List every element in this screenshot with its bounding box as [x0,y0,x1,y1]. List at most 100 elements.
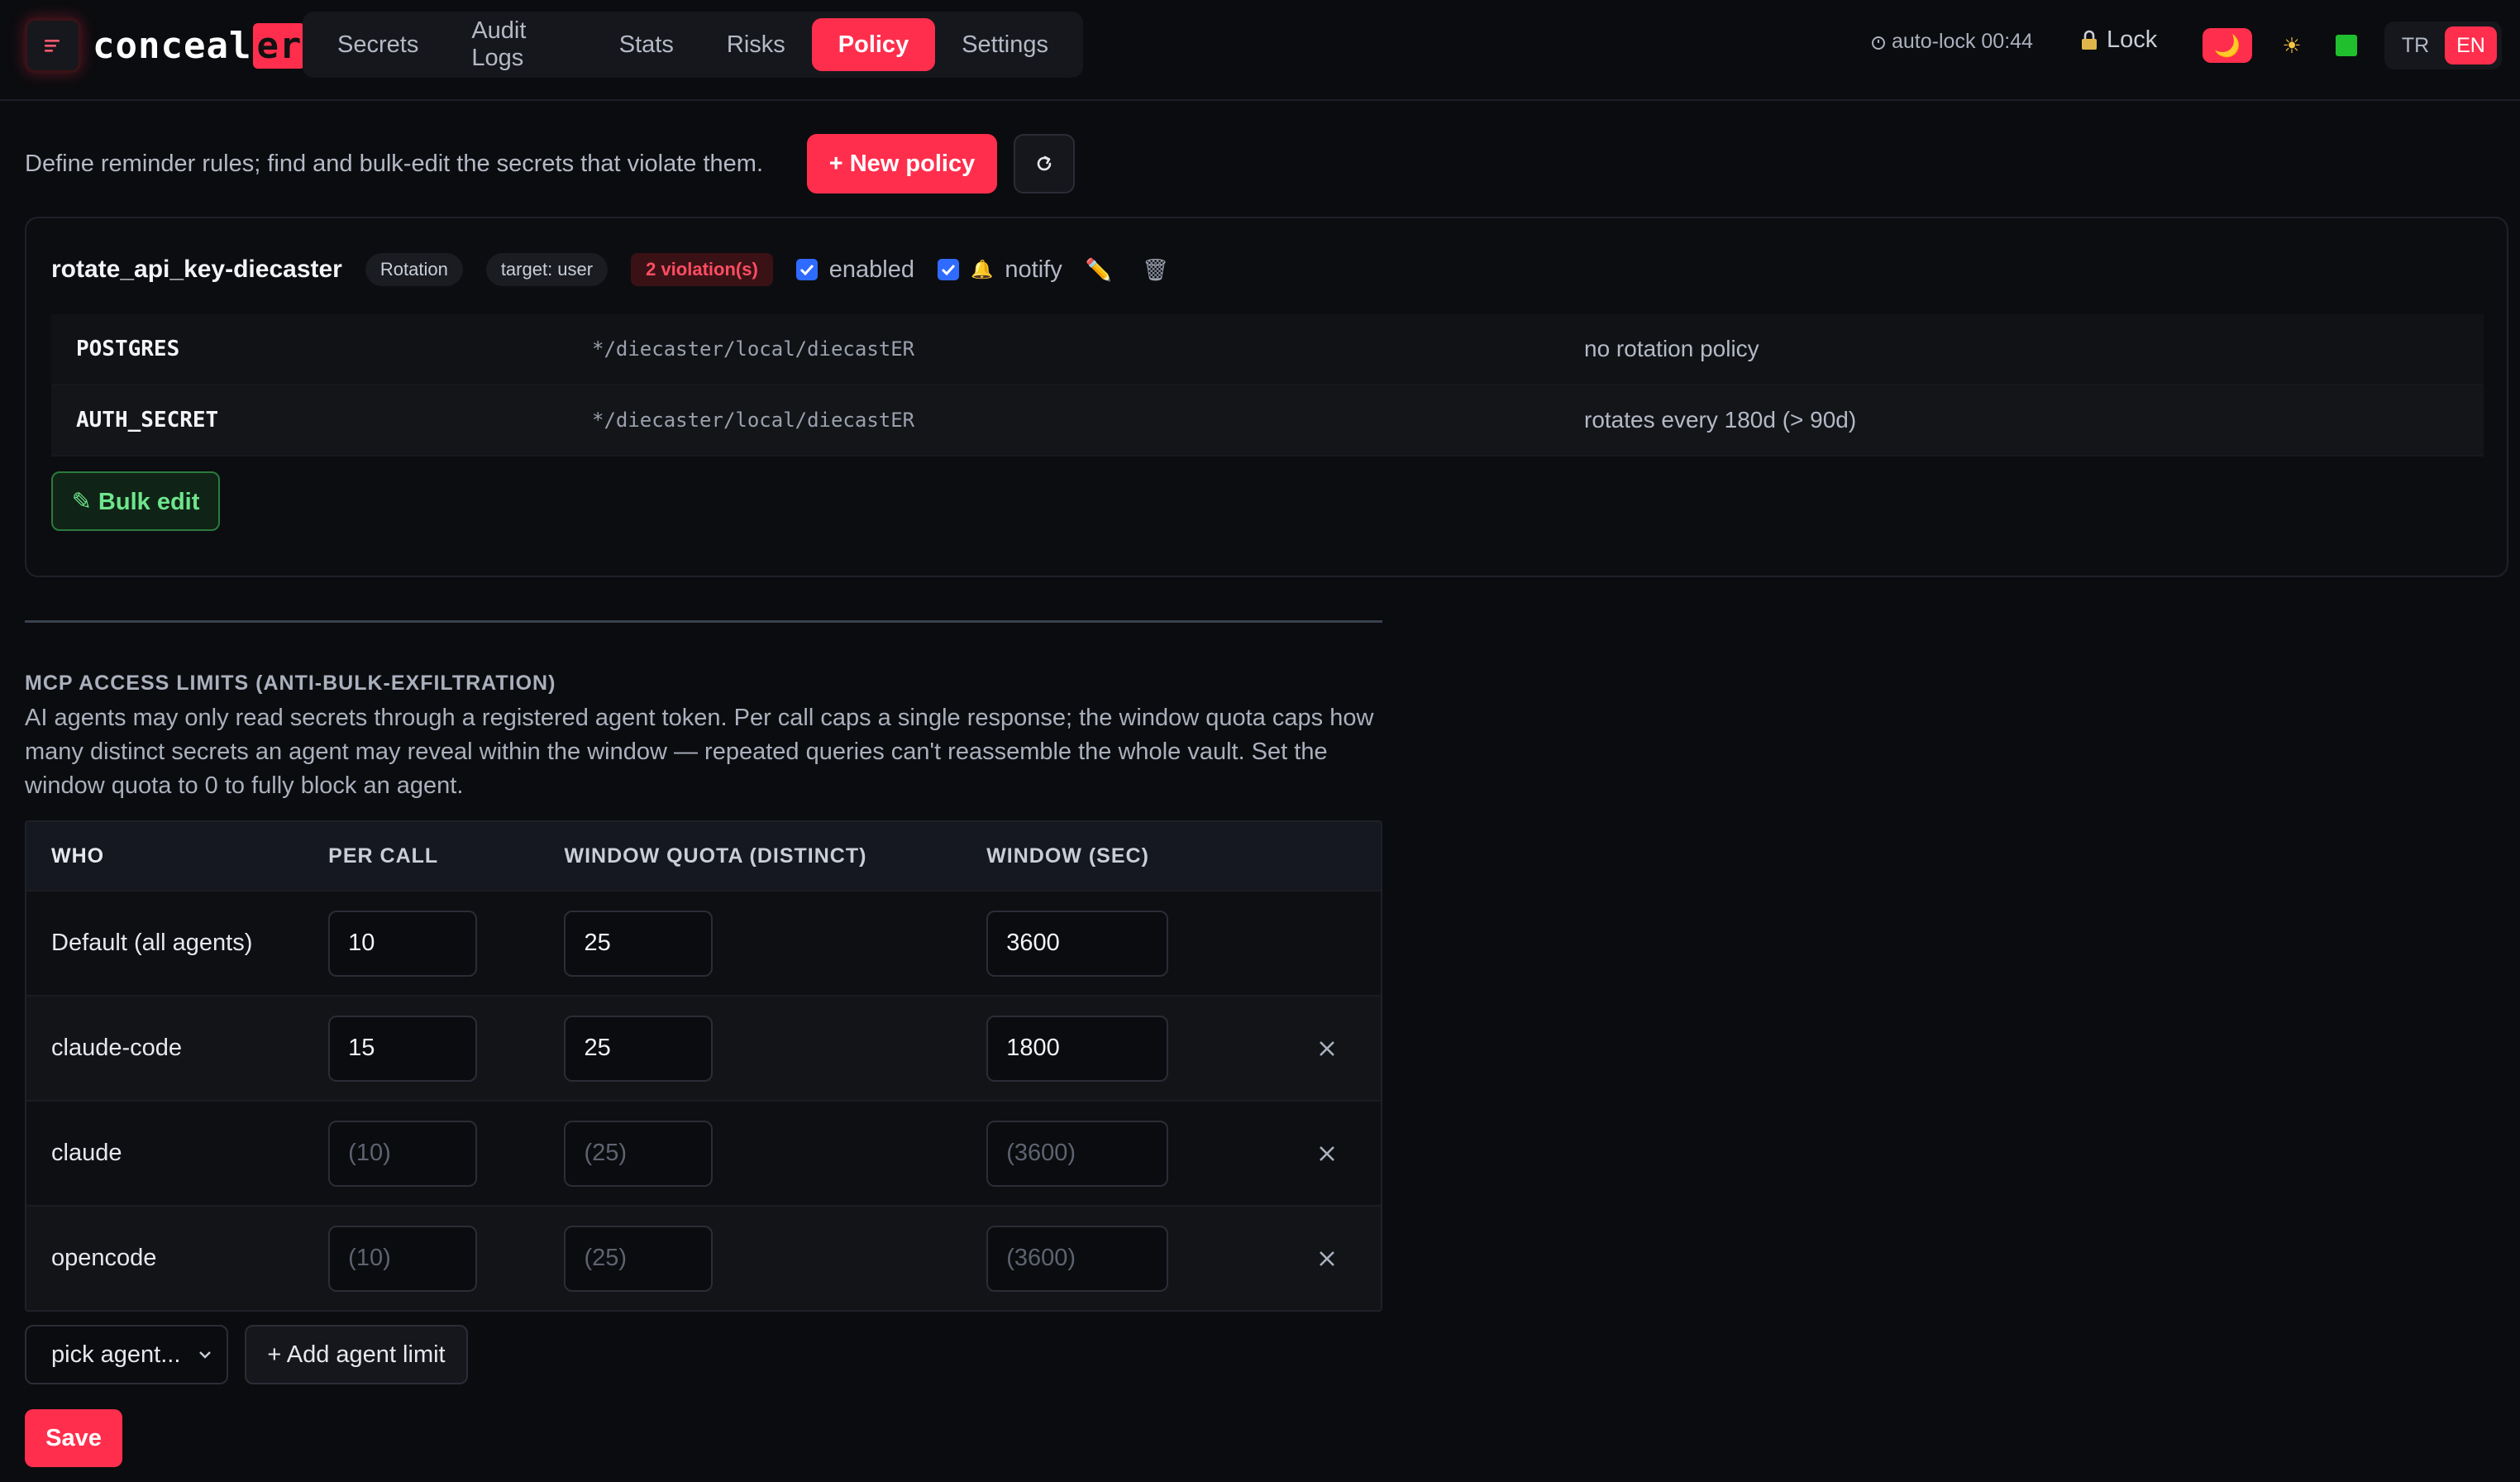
bulk-edit-button[interactable]: ✎ Bulk edit [51,471,220,531]
window-sec-input[interactable] [986,910,1169,977]
violation-reason: no rotation policy [1584,336,1759,361]
per-call-input[interactable] [328,1120,478,1187]
close-icon [1320,1145,1335,1161]
window-quota-input[interactable] [564,1015,714,1082]
table-row[interactable]: AUTH_SECRET */diecaster/local/diecastER … [51,385,2484,457]
window-quota-input[interactable] [564,910,714,977]
logo-text: conceal [93,24,252,67]
violations-table: POSTGRES */diecaster/local/diecastER no … [51,314,2484,457]
col-who: WHO [51,844,105,868]
per-call-input[interactable] [328,1015,478,1082]
trash-icon: 🗑 [1142,256,1170,282]
enabled-label: enabled [828,256,914,283]
add-agent-limit-button[interactable]: + Add agent limit [245,1325,468,1384]
close-icon [1320,1040,1335,1056]
policy-name: rotate_api_key-diecaster [51,256,342,283]
window-sec-input[interactable] [986,1015,1169,1082]
secret-path: */diecaster/local/diecastER [592,409,915,432]
secret-path: */diecaster/local/diecastER [592,337,915,361]
enabled-toggle[interactable]: enabled [795,256,914,284]
tab-settings[interactable]: Settings [935,18,1075,71]
lock-label: Lock [2107,26,2158,53]
window-sec-input[interactable] [986,1120,1169,1187]
secret-name: POSTGRES [76,337,180,361]
per-call-input[interactable] [328,1225,478,1292]
refresh-icon [1037,155,1052,171]
app-logo: conceal er [93,20,306,71]
remove-limit-button[interactable] [1310,1032,1344,1065]
sun-icon: ☀ [2282,32,2302,58]
check-icon [799,264,814,275]
table-row[interactable]: POSTGRES */diecaster/local/diecastER no … [51,314,2484,385]
chevron-down-icon [199,1351,211,1359]
col-per-call: PER CALL [328,844,439,868]
green-theme-button[interactable] [2331,28,2361,63]
agent-limits-table: WHO PER CALL WINDOW QUOTA (DISTINCT) WIN… [25,820,1382,1312]
remove-limit-button[interactable] [1310,1137,1344,1170]
violations-badge: 2 violation(s) [631,253,773,286]
notify-checkbox[interactable] [938,259,959,280]
per-call-input[interactable] [328,910,478,977]
theme-switcher: 🌙 ☀ [2203,28,2361,63]
table-row: claude [26,1100,1381,1205]
mcp-section-title: MCP ACCESS LIMITS (ANTI-BULK-EXFILTRATIO… [25,672,556,695]
agent-name: opencode [51,1245,157,1271]
dark-theme-button[interactable]: 🌙 [2203,28,2252,63]
lock-icon [2082,30,2097,50]
tab-secrets[interactable]: Secrets [311,18,445,71]
check-icon [941,264,956,275]
hamburger-icon [45,40,60,52]
lang-en-button[interactable]: EN [2445,26,2497,65]
language-switcher: TR EN [2384,22,2502,69]
table-row: opencode [26,1205,1381,1310]
table-row: Default (all agents) [26,890,1381,995]
tab-audit-logs[interactable]: Audit Logs [445,17,592,71]
light-theme-button[interactable]: ☀ [2277,28,2307,63]
close-icon [1320,1250,1335,1266]
notify-toggle[interactable]: 🔔 notify [938,256,1062,284]
pick-agent-label: pick agent... [51,1341,181,1368]
window-quota-input[interactable] [564,1120,714,1187]
tab-policy[interactable]: Policy [811,18,936,71]
policy-intro-text: Define reminder rules; find and bulk-edi… [25,151,764,177]
new-policy-button[interactable]: + New policy [807,134,997,194]
policy-type-chip: Rotation [365,253,463,286]
logo-highlight: er [253,22,306,69]
save-button[interactable]: Save [25,1409,122,1467]
menu-toggle-button[interactable] [25,18,81,73]
pencil-icon: ✏️ [1085,256,1113,282]
table-row: claude-code [26,995,1381,1100]
section-divider [25,620,1382,623]
green-square-icon [2336,35,2357,56]
pick-agent-select[interactable]: pick agent... [25,1325,228,1384]
mcp-section-description: AI agents may only read secrets through … [25,705,1374,799]
auto-lock-timer: auto-lock 00:44 [1870,30,2033,54]
policy-card: rotate_api_key-diecaster Rotation target… [25,217,2508,577]
agent-name: claude-code [51,1035,182,1061]
lang-tr-button[interactable]: TR [2389,26,2441,65]
main-nav: Secrets Audit Logs Stats Risks Policy Se… [303,12,1083,78]
delete-policy-button[interactable]: 🗑 [1142,257,1169,283]
secret-name: AUTH_SECRET [76,408,219,433]
tab-risks[interactable]: Risks [700,18,812,71]
enabled-checkbox[interactable] [795,259,818,280]
col-window-quota: WINDOW QUOTA (DISTINCT) [564,844,867,868]
tab-stats[interactable]: Stats [593,18,700,71]
table-header: WHO PER CALL WINDOW QUOTA (DISTINCT) WIN… [26,822,1381,890]
policy-header: rotate_api_key-diecaster Rotation target… [51,251,2449,288]
window-quota-input[interactable] [564,1225,714,1292]
notify-label: notify [1005,256,1062,283]
window-sec-input[interactable] [986,1225,1169,1292]
policy-target-chip: target: user [485,253,609,286]
clock-icon [1872,36,1885,50]
refresh-button[interactable] [1014,134,1075,194]
moon-icon: 🌙 [2213,32,2241,58]
auto-lock-text: auto-lock 00:44 [1892,30,2033,53]
col-window-sec: WINDOW (SEC) [986,844,1149,868]
bell-icon: 🔔 [971,259,994,280]
lock-button[interactable]: Lock [2080,26,2157,54]
remove-limit-button[interactable] [1310,1242,1344,1275]
agent-name: Default (all agents) [51,930,253,956]
agent-name: claude [51,1140,122,1166]
edit-policy-button[interactable]: ✏️ [1086,257,1112,283]
